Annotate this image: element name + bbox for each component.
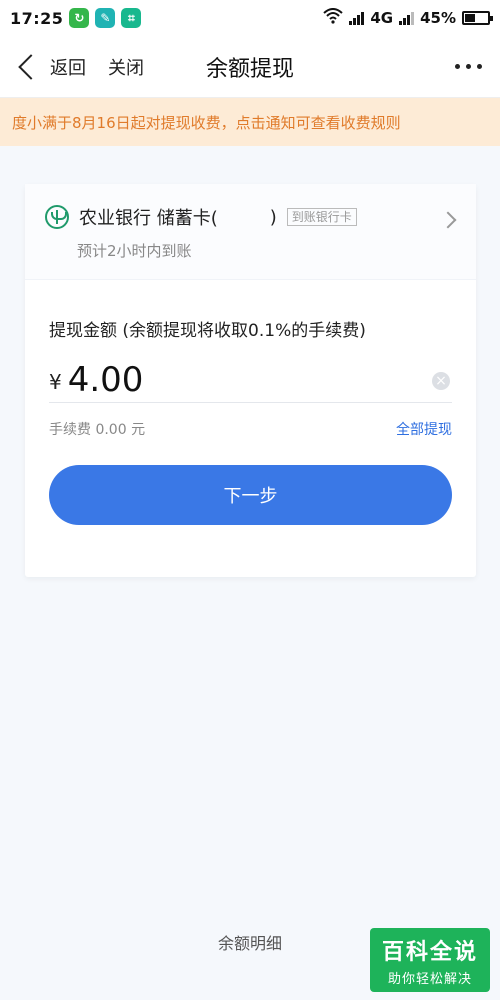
status-bar-right: 4G 45% — [323, 8, 493, 28]
watermark-subtitle: 助你轻松解决 — [387, 971, 472, 987]
battery-icon — [462, 11, 493, 25]
status-bar: 17:25 ↻ ✎ ⌗ 4G 45% — [0, 0, 500, 36]
close-button[interactable]: 关闭 — [108, 54, 144, 80]
currency-symbol: ¥ — [49, 370, 62, 394]
wifi-icon — [323, 8, 344, 28]
signal-icon-2 — [399, 11, 415, 25]
bank-close-paren: ) — [269, 206, 277, 228]
amount-section: 提现金额 (余额提现将收取0.1%的手续费) ¥ 4.00 × 手续费 0.00… — [25, 316, 476, 525]
signal-icon — [349, 11, 365, 25]
scan-app-icon: ⌗ — [121, 8, 142, 28]
battery-percent: 45% — [420, 9, 456, 27]
bank-card-selector[interactable]: 农业银行 储蓄卡( ) 到账银行卡 预计2小时内到账 — [25, 184, 476, 280]
more-icon[interactable] — [455, 64, 482, 69]
watermark-title: 百科全说 — [381, 939, 478, 965]
back-button[interactable]: 返回 — [16, 53, 86, 80]
feather-app-icon: ✎ — [95, 8, 116, 28]
receiving-card-tag: 到账银行卡 — [286, 208, 357, 226]
fee-row: 手续费 0.00 元 全部提现 — [49, 419, 452, 439]
status-time: 17:25 — [10, 8, 64, 28]
amount-value[interactable]: 4.00 — [68, 358, 144, 402]
notice-text: 度小满于8月16日起对提现收费，点击通知可查看收费规则 — [12, 113, 401, 132]
fee-notice-banner[interactable]: 度小满于8月16日起对提现收费，点击通知可查看收费规则 — [0, 98, 500, 146]
nav-bar: 返回 关闭 余额提现 — [0, 36, 500, 98]
fee-text: 手续费 0.00 元 — [49, 422, 146, 438]
withdraw-all-link[interactable]: 全部提现 — [396, 419, 452, 439]
bank-name: 农业银行 储蓄卡( — [79, 208, 218, 229]
abc-bank-logo-icon — [45, 205, 69, 229]
status-bar-left: 17:25 ↻ ✎ ⌗ — [10, 8, 142, 28]
watermark-logo: 百科全说 助你轻松解决 — [370, 928, 490, 992]
chevron-left-icon — [18, 53, 44, 80]
arrival-time: 预计2小时内到账 — [77, 242, 192, 260]
clear-icon[interactable]: × — [432, 372, 450, 390]
wechat-like-app-icon: ↻ — [69, 8, 90, 28]
network-type: 4G — [370, 9, 394, 27]
amount-input[interactable]: ¥ 4.00 × — [49, 355, 452, 403]
bank-row: 农业银行 储蓄卡( ) 到账银行卡 — [45, 204, 456, 230]
next-button[interactable]: 下一步 — [49, 465, 452, 525]
amount-label: 提现金额 (余额提现将收取0.1%的手续费) — [49, 321, 366, 341]
withdraw-card: 农业银行 储蓄卡( ) 到账银行卡 预计2小时内到账 提现金额 (余额提现将收取… — [25, 184, 476, 577]
back-label: 返回 — [50, 57, 86, 79]
